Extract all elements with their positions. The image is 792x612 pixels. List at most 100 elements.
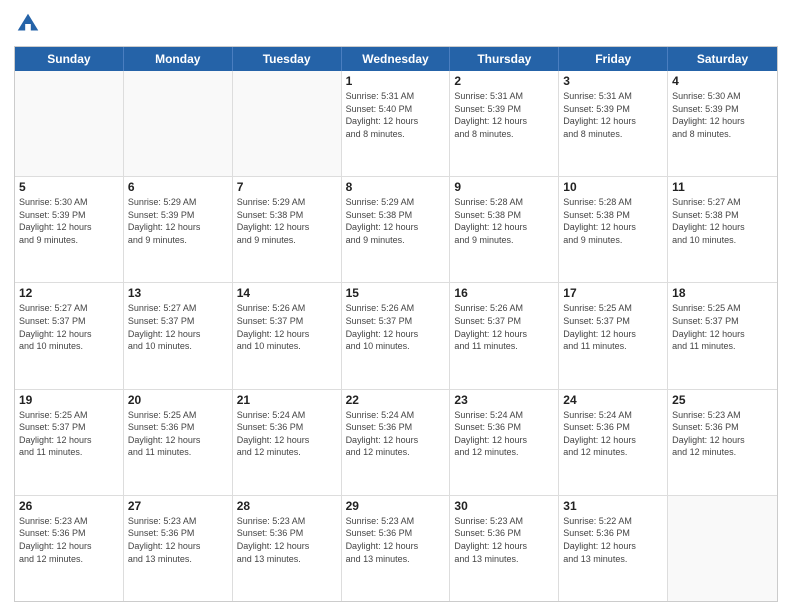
day-info: Sunrise: 5:23 AM Sunset: 5:36 PM Dayligh… [128,515,228,565]
day-info: Sunrise: 5:24 AM Sunset: 5:36 PM Dayligh… [346,409,446,459]
day-info: Sunrise: 5:26 AM Sunset: 5:37 PM Dayligh… [454,302,554,352]
day-info: Sunrise: 5:28 AM Sunset: 5:38 PM Dayligh… [563,196,663,246]
day-cell: 5 Sunrise: 5:30 AM Sunset: 5:39 PM Daylig… [15,177,124,282]
day-number: 22 [346,393,446,407]
day-number: 16 [454,286,554,300]
day-cell: 19 Sunrise: 5:25 AM Sunset: 5:37 PM Dayli… [15,390,124,495]
day-cell: 30 Sunrise: 5:23 AM Sunset: 5:36 PM Dayli… [450,496,559,601]
day-info: Sunrise: 5:26 AM Sunset: 5:37 PM Dayligh… [346,302,446,352]
day-number: 18 [672,286,773,300]
day-cell: 3 Sunrise: 5:31 AM Sunset: 5:39 PM Daylig… [559,71,668,176]
day-cell: 4Sunrise: 5:30 AM Sunset: 5:39 PM Daylig… [668,71,777,176]
day-header-wednesday: Wednesday [342,47,451,71]
day-number: 2 [454,74,554,88]
day-info: Sunrise: 5:23 AM Sunset: 5:36 PM Dayligh… [346,515,446,565]
day-info: Sunrise: 5:31 AM Sunset: 5:40 PM Dayligh… [346,90,446,140]
day-cell: 16 Sunrise: 5:26 AM Sunset: 5:37 PM Dayli… [450,283,559,388]
day-cell: 9 Sunrise: 5:28 AM Sunset: 5:38 PM Daylig… [450,177,559,282]
day-number: 1 [346,74,446,88]
day-info: Sunrise: 5:25 AM Sunset: 5:37 PM Dayligh… [19,409,119,459]
day-number: 17 [563,286,663,300]
day-number: 12 [19,286,119,300]
week-row-1: 1 Sunrise: 5:31 AM Sunset: 5:40 PM Daylig… [15,71,777,177]
day-number: 7 [237,180,337,194]
day-header-saturday: Saturday [668,47,777,71]
day-cell: 13 Sunrise: 5:27 AM Sunset: 5:37 PM Dayli… [124,283,233,388]
logo-icon [14,10,42,38]
day-number: 28 [237,499,337,513]
day-cell: 2 Sunrise: 5:31 AM Sunset: 5:39 PM Daylig… [450,71,559,176]
week-row-2: 5 Sunrise: 5:30 AM Sunset: 5:39 PM Daylig… [15,177,777,283]
day-cell: 15Sunrise: 5:26 AM Sunset: 5:37 PM Dayli… [342,283,451,388]
calendar: SundayMondayTuesdayWednesdayThursdayFrid… [14,46,778,602]
day-number: 30 [454,499,554,513]
day-cell: 17Sunrise: 5:25 AM Sunset: 5:37 PM Dayli… [559,283,668,388]
day-info: Sunrise: 5:24 AM Sunset: 5:36 PM Dayligh… [237,409,337,459]
page: SundayMondayTuesdayWednesdayThursdayFrid… [0,0,792,612]
week-row-3: 12 Sunrise: 5:27 AM Sunset: 5:37 PM Dayli… [15,283,777,389]
day-number: 9 [454,180,554,194]
day-cell: 29 Sunrise: 5:23 AM Sunset: 5:36 PM Dayli… [342,496,451,601]
day-info: Sunrise: 5:29 AM Sunset: 5:39 PM Dayligh… [128,196,228,246]
day-info: Sunrise: 5:23 AM Sunset: 5:36 PM Dayligh… [454,515,554,565]
day-info: Sunrise: 5:23 AM Sunset: 5:36 PM Dayligh… [672,409,773,459]
week-row-4: 19 Sunrise: 5:25 AM Sunset: 5:37 PM Dayli… [15,390,777,496]
day-cell: 28 Sunrise: 5:23 AM Sunset: 5:36 PM Dayli… [233,496,342,601]
day-cell: 14 Sunrise: 5:26 AM Sunset: 5:37 PM Dayli… [233,283,342,388]
day-info: Sunrise: 5:27 AM Sunset: 5:37 PM Dayligh… [128,302,228,352]
day-info: Sunrise: 5:31 AM Sunset: 5:39 PM Dayligh… [454,90,554,140]
calendar-body: 1 Sunrise: 5:31 AM Sunset: 5:40 PM Daylig… [15,71,777,601]
day-cell: 10 Sunrise: 5:28 AM Sunset: 5:38 PM Dayli… [559,177,668,282]
day-info: Sunrise: 5:23 AM Sunset: 5:36 PM Dayligh… [19,515,119,565]
day-info: Sunrise: 5:25 AM Sunset: 5:36 PM Dayligh… [128,409,228,459]
day-info: Sunrise: 5:27 AM Sunset: 5:38 PM Dayligh… [672,196,773,246]
day-number: 3 [563,74,663,88]
day-header-tuesday: Tuesday [233,47,342,71]
day-number: 24 [563,393,663,407]
day-cell: 20Sunrise: 5:25 AM Sunset: 5:36 PM Dayli… [124,390,233,495]
day-number: 27 [128,499,228,513]
day-info: Sunrise: 5:29 AM Sunset: 5:38 PM Dayligh… [346,196,446,246]
day-cell: 21 Sunrise: 5:24 AM Sunset: 5:36 PM Dayli… [233,390,342,495]
day-info: Sunrise: 5:25 AM Sunset: 5:37 PM Dayligh… [672,302,773,352]
day-cell [233,71,342,176]
day-info: Sunrise: 5:30 AM Sunset: 5:39 PM Dayligh… [19,196,119,246]
day-info: Sunrise: 5:31 AM Sunset: 5:39 PM Dayligh… [563,90,663,140]
day-number: 26 [19,499,119,513]
day-cell: 11Sunrise: 5:27 AM Sunset: 5:38 PM Dayli… [668,177,777,282]
day-info: Sunrise: 5:23 AM Sunset: 5:36 PM Dayligh… [237,515,337,565]
day-cell [15,71,124,176]
day-cell: 25 Sunrise: 5:23 AM Sunset: 5:36 PM Dayli… [668,390,777,495]
day-number: 10 [563,180,663,194]
day-number: 14 [237,286,337,300]
day-header-friday: Friday [559,47,668,71]
day-info: Sunrise: 5:24 AM Sunset: 5:36 PM Dayligh… [563,409,663,459]
day-number: 13 [128,286,228,300]
day-number: 4 [672,74,773,88]
day-number: 21 [237,393,337,407]
day-cell: 12 Sunrise: 5:27 AM Sunset: 5:37 PM Dayli… [15,283,124,388]
day-number: 25 [672,393,773,407]
week-row-5: 26 Sunrise: 5:23 AM Sunset: 5:36 PM Dayli… [15,496,777,601]
day-cell: 22 Sunrise: 5:24 AM Sunset: 5:36 PM Dayli… [342,390,451,495]
day-info: Sunrise: 5:29 AM Sunset: 5:38 PM Dayligh… [237,196,337,246]
day-info: Sunrise: 5:26 AM Sunset: 5:37 PM Dayligh… [237,302,337,352]
day-cell: 6 Sunrise: 5:29 AM Sunset: 5:39 PM Daylig… [124,177,233,282]
logo [14,10,46,38]
day-header-thursday: Thursday [450,47,559,71]
day-cell: 23Sunrise: 5:24 AM Sunset: 5:36 PM Dayli… [450,390,559,495]
day-number: 8 [346,180,446,194]
day-info: Sunrise: 5:27 AM Sunset: 5:37 PM Dayligh… [19,302,119,352]
day-cell [124,71,233,176]
day-number: 5 [19,180,119,194]
day-number: 19 [19,393,119,407]
day-info: Sunrise: 5:28 AM Sunset: 5:38 PM Dayligh… [454,196,554,246]
day-cell: 24 Sunrise: 5:24 AM Sunset: 5:36 PM Dayli… [559,390,668,495]
day-cell: 31Sunrise: 5:22 AM Sunset: 5:36 PM Dayli… [559,496,668,601]
day-number: 6 [128,180,228,194]
day-headers: SundayMondayTuesdayWednesdayThursdayFrid… [15,47,777,71]
day-info: Sunrise: 5:24 AM Sunset: 5:36 PM Dayligh… [454,409,554,459]
day-number: 31 [563,499,663,513]
day-cell [668,496,777,601]
day-number: 29 [346,499,446,513]
